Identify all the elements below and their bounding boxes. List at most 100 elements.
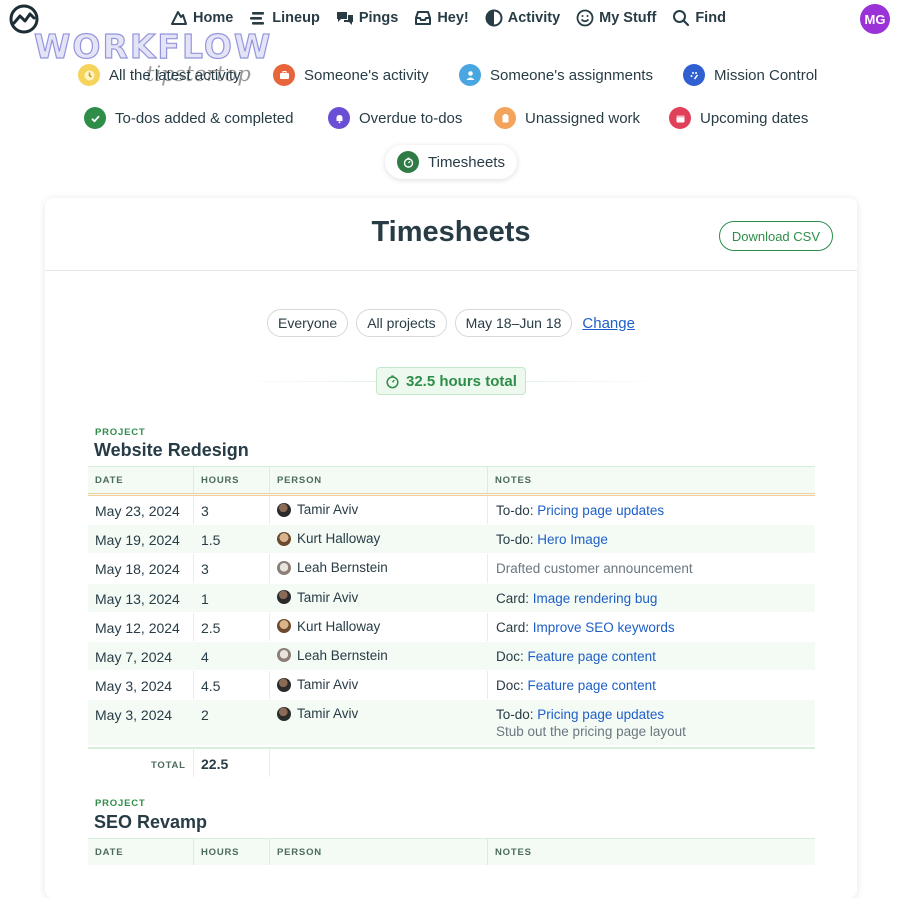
report-someones-assignments-label: Someone's assignments	[490, 66, 653, 84]
row-notes: To-do: Pricing page updates	[496, 503, 664, 518]
note-text: Drafted customer announcement	[496, 561, 693, 577]
person-name: Tamir Aviv	[297, 677, 359, 693]
person-avatar	[277, 560, 291, 575]
report-latest-activity[interactable]: All the latest activity	[78, 64, 241, 86]
row-date: May 13, 2024	[95, 590, 180, 607]
note-link[interactable]: Pricing page updates	[537, 707, 664, 722]
nav-pings[interactable]: Pings	[336, 9, 398, 27]
row-date: May 19, 2024	[95, 532, 180, 549]
hours-total-text: 32.5 hours total	[406, 372, 517, 390]
nav-home[interactable]: Home	[170, 9, 233, 27]
row-hours: 3	[201, 503, 209, 519]
nav-hey[interactable]: Hey!	[414, 9, 469, 27]
top-navigation: Home Lineup Pings Hey! Activity My Stuff…	[0, 0, 900, 38]
row-person[interactable]: Tamir Aviv	[277, 677, 358, 692]
report-todos-label: To-dos added & completed	[115, 109, 294, 127]
hours-total: 32.5 hours total	[45, 367, 857, 395]
report-mission-control-label: Mission Control	[714, 66, 818, 84]
table-header: DATE HOURS PERSON NOTES	[88, 838, 815, 865]
nav-find[interactable]: Find	[672, 9, 726, 27]
report-unassigned-work[interactable]: Unassigned work	[494, 107, 640, 129]
project-name: SEO Revamp	[94, 812, 208, 832]
nav-my-stuff-label: My Stuff	[599, 10, 657, 26]
col-person: PERSON	[277, 475, 322, 486]
row-person[interactable]: Tamir Aviv	[277, 590, 358, 605]
row-notes: To-do: Pricing page updates Stub out the …	[496, 707, 686, 739]
note-prefix: Doc:	[496, 678, 524, 694]
col-hours: HOURS	[201, 847, 240, 858]
row-date: May 12, 2024	[95, 619, 180, 636]
filter-people[interactable]: Everyone	[267, 309, 349, 337]
row-notes: To-do: Hero Image	[496, 532, 608, 547]
note-link[interactable]: Image rendering bug	[533, 591, 658, 606]
filter-date-range[interactable]: May 18–Jun 18	[454, 309, 573, 337]
row-hours: 3	[201, 561, 209, 578]
note-link[interactable]: Hero Image	[537, 532, 608, 547]
table-row: May 12, 2024 2.5 Kurt Halloway Card: Imp…	[88, 613, 815, 642]
table-row: May 3, 2024 2 Tamir Aviv To-do: Pricing …	[88, 700, 815, 747]
row-person[interactable]: Leah Bernstein	[277, 560, 388, 575]
table-row: May 19, 2024 1.5 Kurt Halloway To-do: He…	[88, 525, 815, 555]
report-upcoming-label: Upcoming dates	[700, 109, 809, 127]
nav-pings-label: Pings	[358, 10, 399, 26]
person-avatar	[277, 502, 291, 517]
nav-my-stuff[interactable]: My Stuff	[576, 9, 656, 27]
row-date: May 18, 2024	[95, 561, 180, 578]
note-link[interactable]: Improve SEO keywords	[533, 620, 675, 635]
person-avatar	[277, 648, 291, 663]
clock-icon	[78, 64, 100, 86]
current-user-avatar[interactable]: MG	[860, 4, 890, 34]
filter-projects[interactable]: All projects	[356, 309, 447, 337]
nav-lineup[interactable]: Lineup	[249, 9, 320, 27]
person-name: Tamir Aviv	[297, 502, 359, 517]
download-csv-button[interactable]: Download CSV	[718, 221, 833, 251]
gauge-icon	[683, 64, 705, 86]
row-hours: 1	[201, 590, 209, 607]
note-link[interactable]: Pricing page updates	[537, 503, 664, 518]
row-notes: Card: Image rendering bug	[496, 591, 657, 606]
briefcase-icon	[273, 64, 295, 86]
home-icon	[171, 11, 187, 25]
row-person[interactable]: Tamir Aviv	[277, 706, 358, 721]
note-prefix: To-do:	[496, 503, 534, 518]
row-person[interactable]: Kurt Halloway	[277, 619, 380, 634]
total-label: TOTAL	[151, 760, 186, 771]
report-someones-assignments[interactable]: Someone's assignments	[459, 64, 653, 86]
clipboard-icon	[494, 107, 516, 129]
row-date: May 3, 2024	[95, 678, 173, 695]
person-name: Tamir Aviv	[297, 589, 359, 605]
report-someones-activity[interactable]: Someone's activity	[273, 64, 429, 86]
row-person[interactable]: Tamir Aviv	[277, 502, 358, 517]
pings-icon	[336, 12, 353, 25]
main-nav: Home Lineup Pings Hey! Activity My Stuff…	[170, 9, 726, 27]
table-row: May 7, 2024 4 Leah Bernstein Doc: Featur…	[88, 641, 815, 672]
activity-icon	[485, 9, 503, 27]
note-prefix: Doc:	[496, 648, 524, 664]
row-notes: Card: Improve SEO keywords	[496, 620, 675, 635]
report-overdue-todos[interactable]: Overdue to-dos	[328, 107, 462, 129]
report-todos-added-completed[interactable]: To-dos added & completed	[84, 107, 293, 129]
table-row: May 23, 2024 3 Tamir Aviv To-do: Pricing…	[88, 496, 815, 526]
note-subtext: Stub out the pricing page layout	[496, 724, 686, 740]
hey-inbox-icon	[415, 11, 432, 25]
table-row: May 13, 2024 1 Tamir Aviv Card: Image re…	[88, 583, 815, 613]
person-name: Kurt Halloway	[297, 618, 381, 634]
report-upcoming-dates[interactable]: Upcoming dates	[669, 107, 808, 129]
filter-bar: Everyone All projects May 18–Jun 18 Chan…	[45, 309, 857, 337]
project-total-row: TOTAL 22.5	[88, 747, 815, 777]
report-mission-control[interactable]: Mission Control	[683, 64, 817, 86]
report-timesheets[interactable]: Timesheets	[385, 145, 517, 179]
change-filters-link[interactable]: Change	[582, 315, 635, 332]
row-person[interactable]: Leah Bernstein	[277, 648, 388, 663]
lineup-icon	[250, 12, 265, 25]
note-link[interactable]: Feature page content	[528, 678, 656, 693]
basecamp-logo[interactable]	[8, 4, 40, 34]
note-prefix: To-do:	[496, 707, 534, 723]
hours-total-badge: 32.5 hours total	[376, 367, 526, 395]
nav-activity[interactable]: Activity	[485, 9, 560, 27]
note-link[interactable]: Feature page content	[528, 649, 656, 664]
project-label: PROJECT	[95, 798, 146, 809]
timesheets-card: Timesheets Download CSV Everyone All pro…	[45, 198, 857, 898]
row-person[interactable]: Kurt Halloway	[277, 531, 380, 546]
nav-find-label: Find	[695, 10, 726, 26]
